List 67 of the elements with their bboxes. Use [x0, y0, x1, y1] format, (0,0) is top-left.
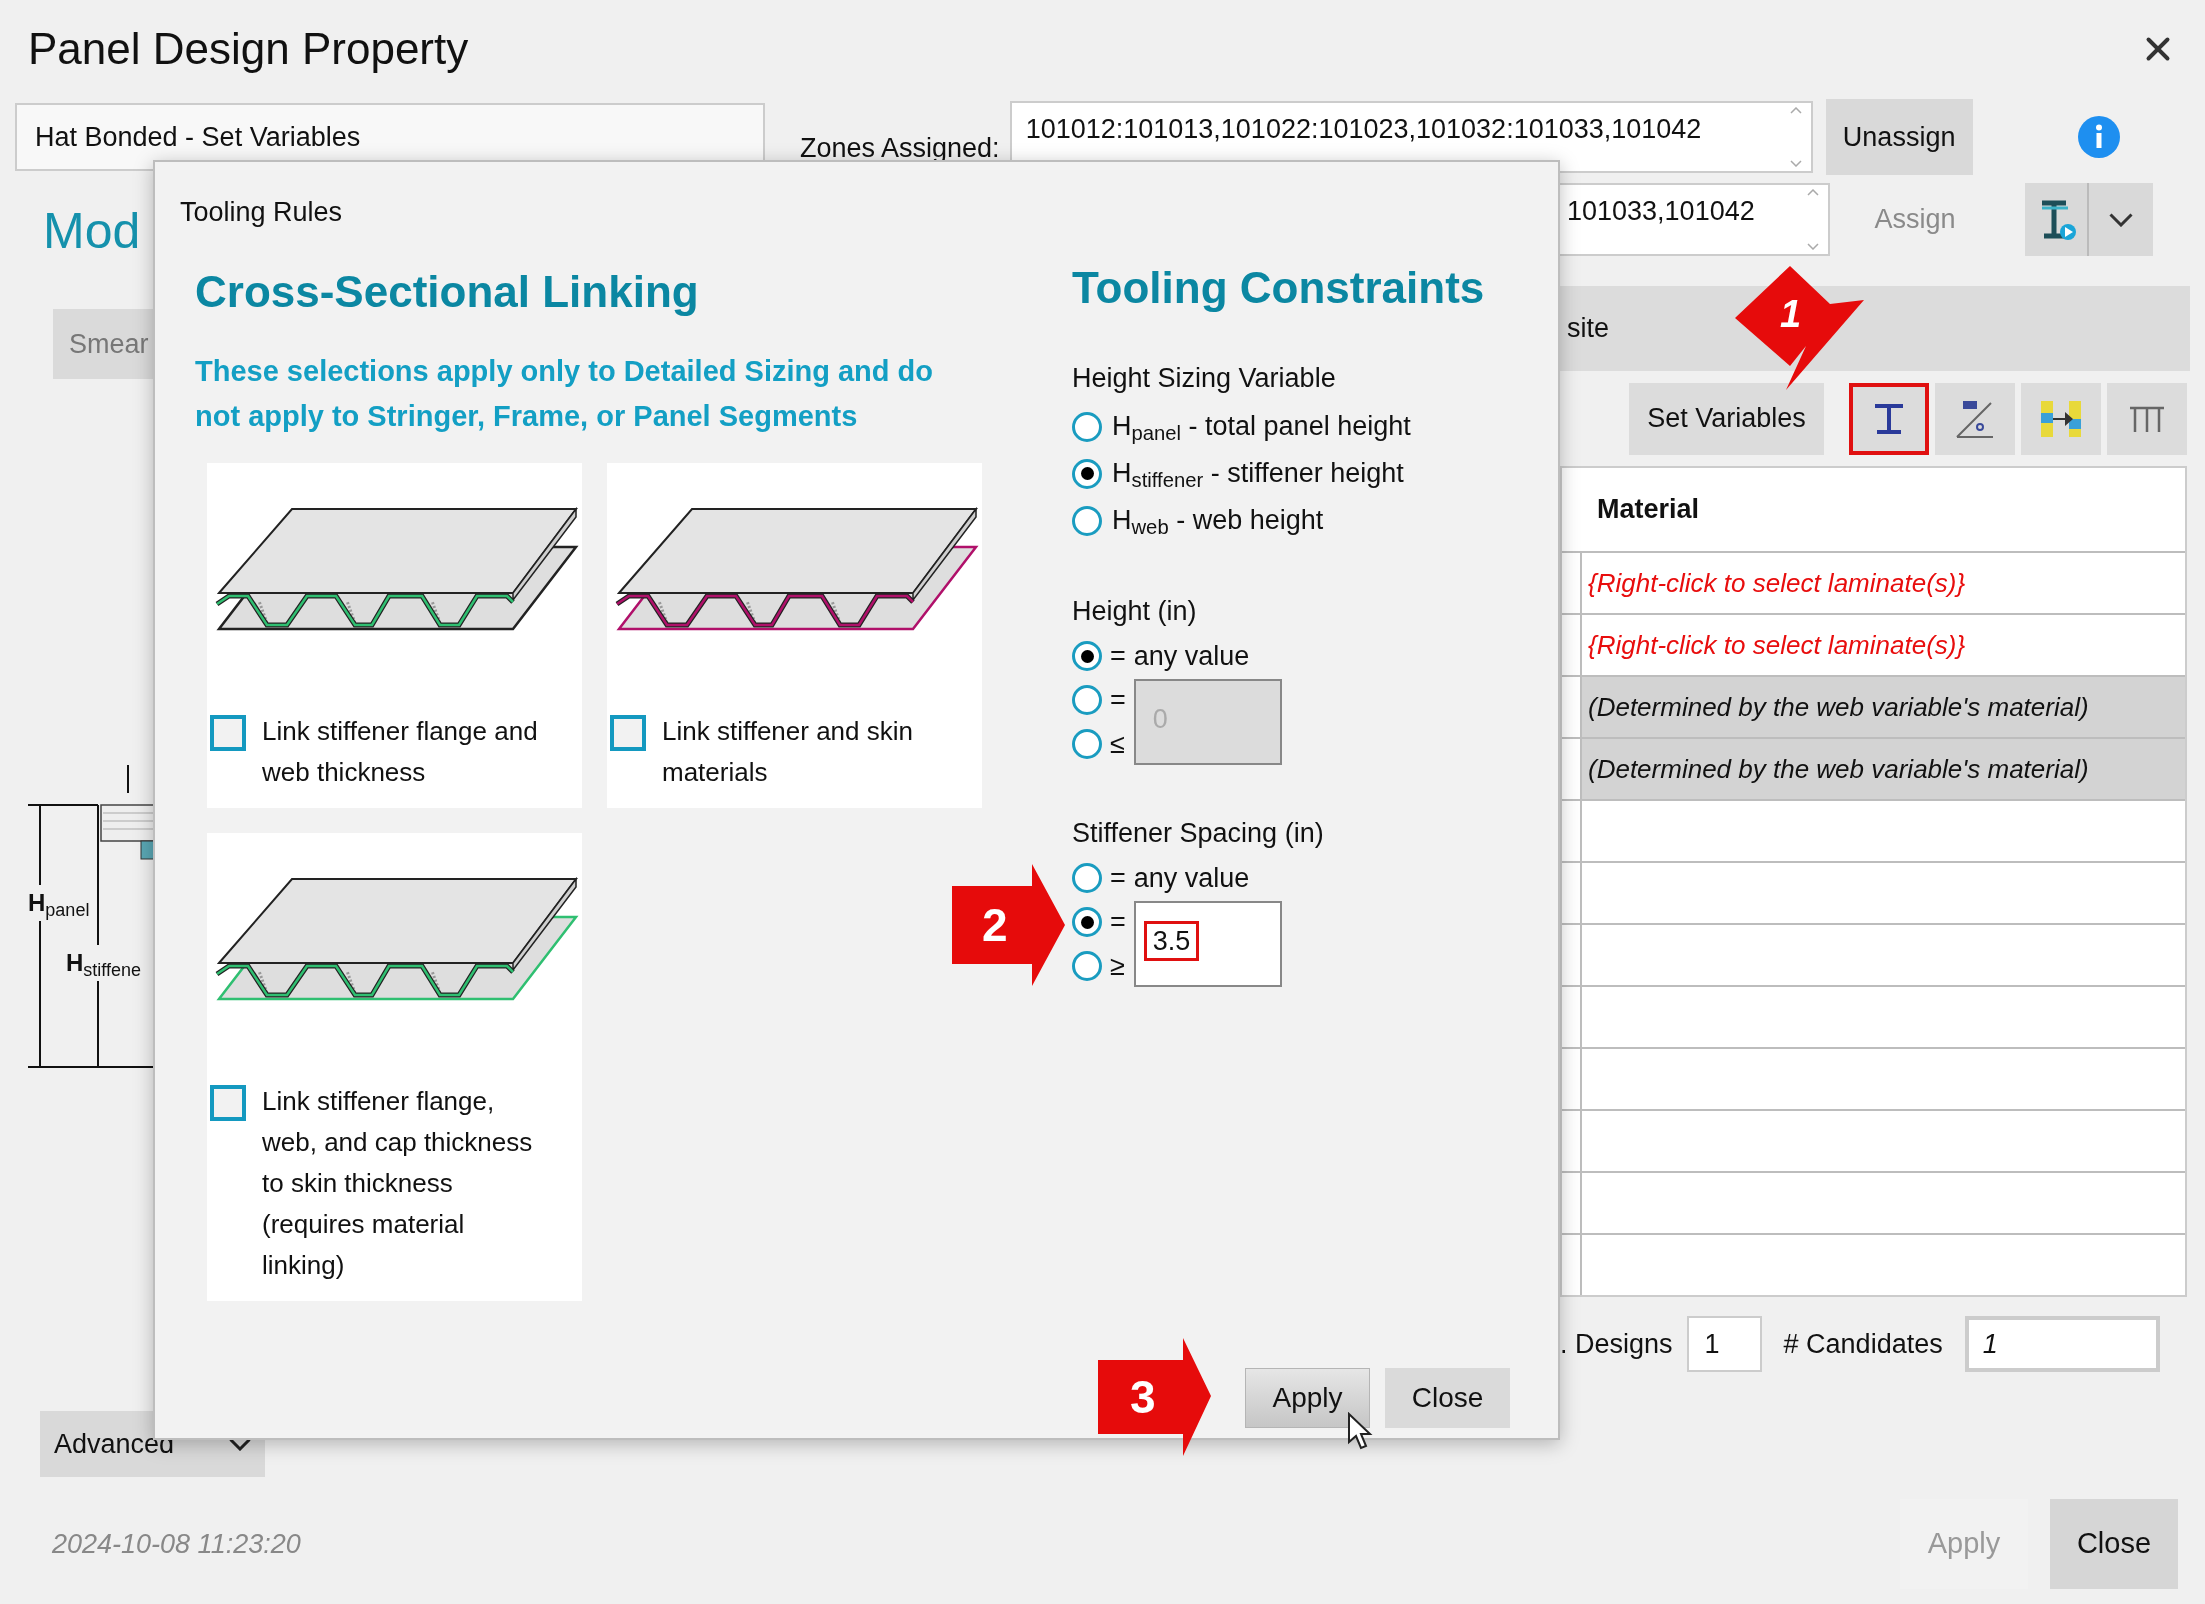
table-cell[interactable]: (Determined by the web variable's material) — [1582, 677, 2185, 737]
timestamp: 2024-10-08 11:23:20 — [52, 1527, 302, 1561]
section-heading: Tooling Constraints — [1072, 262, 1485, 314]
checkbox[interactable] — [610, 715, 646, 751]
column-header: Material — [1597, 493, 1700, 527]
chevron-down-icon — [1807, 243, 1819, 250]
relation-symbol: = — [1110, 683, 1126, 717]
radio-label: H$_{panel}$ - total panel height — [1112, 410, 1411, 447]
group-label: Stiffener Spacing (in) — [1072, 817, 1324, 850]
info-icon[interactable] — [2077, 116, 2120, 158]
cursor-icon — [1347, 1412, 1373, 1450]
candidates-label: # Candidates — [1783, 1327, 1943, 1361]
designs-label: . Designs — [1560, 1327, 1673, 1361]
dimension-label: H$_{panel}$ — [28, 885, 90, 921]
toolbar-button[interactable] — [1935, 382, 2015, 455]
toolbar-button[interactable] — [2107, 382, 2187, 455]
radio-button[interactable] — [1072, 951, 1102, 981]
window-title: Panel Design Property — [28, 23, 469, 75]
zones-label: Zones Assigned: — [800, 131, 1000, 165]
checkbox-label: Link stiffener flange and web thickness — [262, 715, 539, 789]
callout-number: 2 — [982, 900, 1008, 950]
radio-button[interactable] — [1072, 729, 1102, 759]
relation-symbol: = — [1110, 639, 1126, 673]
designs-field[interactable]: 1 — [1686, 1316, 1762, 1372]
radio-label: any value — [1133, 861, 1251, 895]
table-cell[interactable]: (Determined by the web variable's material) — [1582, 739, 2185, 799]
dialog-button[interactable]: Close — [1385, 1368, 1510, 1428]
table-cell[interactable]: {Right-click to select laminate(s)} — [1582, 615, 2185, 675]
table-cell[interactable]: {Right-click to select laminate(s)} — [1582, 553, 2185, 613]
radio-button[interactable] — [1072, 411, 1102, 442]
chevron-up-icon — [1789, 107, 1802, 114]
radio-button[interactable] — [1072, 505, 1102, 536]
chevron-up-icon — [1807, 189, 1819, 196]
radio-label: H$_{stiffener}$ - stiffener height — [1112, 457, 1404, 494]
checkbox[interactable] — [210, 1085, 246, 1121]
mode-heading: Mod — [43, 202, 141, 261]
checkbox[interactable] — [210, 715, 246, 751]
chevron-down-icon — [2109, 212, 2133, 227]
radio-button[interactable] — [1072, 863, 1102, 893]
relation-symbol: ≤ — [1110, 727, 1126, 761]
relation-symbol: ≥ — [1110, 949, 1126, 983]
value-field[interactable]: 3.5 — [1133, 901, 1282, 987]
relation-symbol: = — [1110, 861, 1126, 895]
chevron-down-icon — [229, 1437, 251, 1451]
radio-button[interactable] — [1072, 458, 1102, 489]
footer-button[interactable]: Close — [2050, 1499, 2178, 1589]
radio-button[interactable] — [1072, 907, 1102, 937]
candidates-field[interactable]: 1 — [1964, 1316, 2160, 1372]
group-label: Height (in) — [1072, 595, 1197, 628]
relation-symbol: = — [1110, 905, 1126, 939]
checkbox-label: Link stiffener flange, web, and cap thickness to skin thickness (requires material linking) — [262, 1085, 534, 1282]
callout-number: 3 — [1130, 1372, 1156, 1422]
set-variables-button[interactable]: Set Variables — [1629, 382, 1824, 455]
chevron-down-icon — [1789, 160, 1802, 167]
stack-swap-icon — [2039, 398, 2083, 439]
dialog-title: Tooling Rules — [180, 196, 343, 229]
radio-button[interactable] — [1072, 641, 1102, 671]
group-label: Height Sizing Variable — [1072, 362, 1336, 395]
radio-label: H$_{web}$ - web height — [1112, 504, 1324, 541]
dialog-button[interactable]: Apply — [1245, 1368, 1370, 1428]
callout-number: 1 — [1780, 294, 1802, 334]
radio-button[interactable] — [1072, 685, 1102, 715]
toolbar-button[interactable] — [1849, 382, 1929, 455]
checkbox-label: Link stiffener and skin materials — [662, 715, 914, 789]
radio-label: any value — [1133, 639, 1251, 673]
unassign-button[interactable]: Unassign — [1825, 99, 1973, 175]
dimension-label: H$_{stiffene}$ — [66, 945, 142, 981]
